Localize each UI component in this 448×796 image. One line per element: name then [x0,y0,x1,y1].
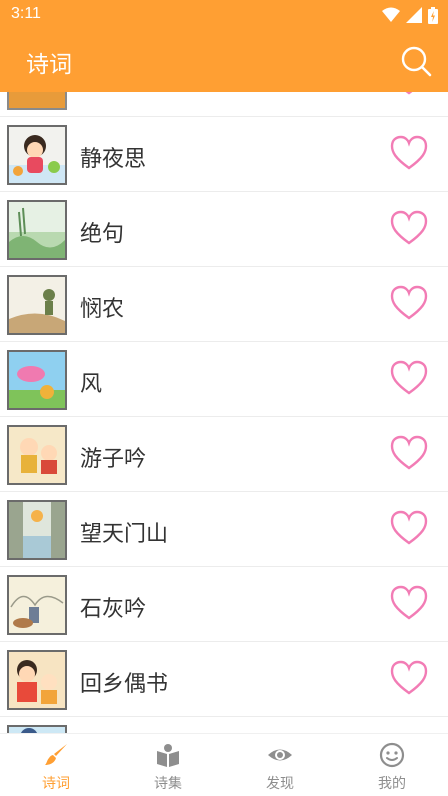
nav-tab-collections[interactable]: 诗集 [112,734,224,796]
nav-label: 诗词 [42,776,70,792]
list-item[interactable]: 静夜思 [0,117,448,192]
poem-title: 静夜思 [80,147,147,172]
poem-title: 石灰吟 [80,597,147,622]
list-item-partial[interactable] [0,92,448,117]
heart-icon[interactable] [390,210,428,246]
poem-thumbnail [7,200,67,260]
wifi-icon [382,7,400,22]
list-item[interactable]: 绝句 [0,192,448,267]
app-bar: 诗词 [0,30,448,92]
heart-icon[interactable] [390,435,428,471]
heart-icon[interactable] [390,135,428,171]
poem-title: 风 [80,372,103,397]
poem-thumbnail [7,575,67,635]
list-item[interactable]: 望天门山 [0,492,448,567]
signal-icon [406,7,422,23]
heart-icon[interactable] [390,585,428,621]
nav-label: 发现 [266,776,294,792]
poem-title: 回乡偶书 [80,672,169,697]
poem-thumbnail [7,650,67,710]
status-bar: 3:11 [0,0,448,30]
poem-thumbnail [7,500,67,560]
status-icons [382,6,438,24]
book-icon [157,744,179,767]
nav-tab-discover[interactable]: 发现 [224,734,336,796]
poem-thumbnail [7,275,67,335]
poem-thumbnail [7,350,67,410]
page-title: 诗词 [26,52,72,78]
poem-thumbnail [7,725,67,733]
nav-label: 诗集 [154,776,182,792]
heart-icon[interactable] [390,285,428,321]
eye-icon [268,749,292,761]
list-item[interactable]: 石灰吟 [0,567,448,642]
nav-label: 我的 [378,776,406,792]
list-item[interactable]: 悯农 [0,267,448,342]
smiley-icon [379,742,405,768]
list-item[interactable]: 回乡偶书 [0,642,448,717]
poem-thumbnail [7,125,67,185]
brush-icon [45,744,67,765]
heart-icon[interactable] [390,92,428,96]
search-icon[interactable] [400,45,432,77]
poem-title: 游子吟 [80,447,147,472]
poem-thumbnail [7,92,67,110]
nav-tab-poems[interactable]: 诗词 [0,734,112,796]
status-time: 3:11 [11,5,41,22]
list-item-partial[interactable] [0,717,448,733]
heart-icon[interactable] [390,360,428,396]
poem-title: 悯农 [80,297,125,322]
battery-icon [428,6,438,24]
bottom-navigation: 诗词 诗集 发现 我的 [0,733,448,796]
heart-icon[interactable] [390,510,428,546]
list-item[interactable]: 风 [0,342,448,417]
heart-icon[interactable] [390,660,428,696]
poem-thumbnail [7,425,67,485]
poem-title: 绝句 [80,222,125,247]
list-item[interactable]: 游子吟 [0,417,448,492]
nav-tab-mine[interactable]: 我的 [336,734,448,796]
poem-title: 望天门山 [80,522,169,547]
poem-list[interactable]: 静夜思 绝句 悯农 风 游子吟 望天门山 石灰吟 回乡偶书 [0,92,448,733]
